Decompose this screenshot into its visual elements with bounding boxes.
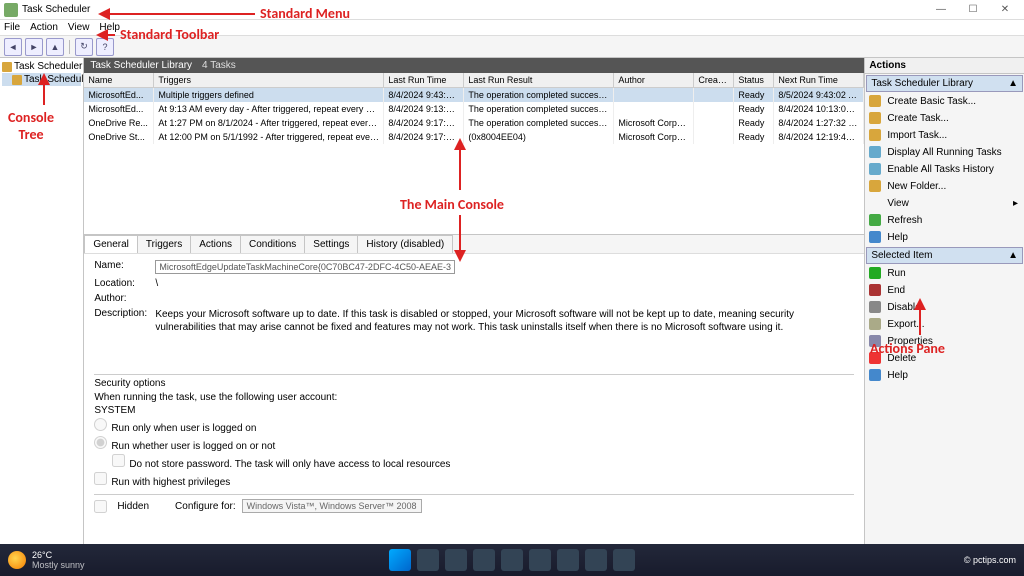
actions-section-selected: Selected Item▲ xyxy=(866,247,1023,264)
grid-header[interactable]: NameTriggersLast Run TimeLast Run Result… xyxy=(84,73,864,88)
action-help[interactable]: Help xyxy=(865,367,1024,384)
action-run[interactable]: Run xyxy=(865,265,1024,282)
display-icon xyxy=(869,146,881,158)
actions-pane: Actions Task Scheduler Library▲ Create B… xyxy=(865,58,1024,544)
action-display-running[interactable]: Display All Running Tasks xyxy=(865,144,1024,161)
history-icon xyxy=(869,163,881,175)
tab-settings[interactable]: Settings xyxy=(304,235,358,253)
tab-conditions[interactable]: Conditions xyxy=(240,235,305,253)
back-button[interactable]: ◄ xyxy=(4,38,22,56)
run-logged-on-radio[interactable] xyxy=(94,418,107,431)
table-row[interactable]: OneDrive Re...At 1:27 PM on 8/1/2024 - A… xyxy=(84,116,864,130)
app-icon[interactable] xyxy=(585,549,607,571)
main-console: Task Scheduler Library4 Tasks NameTrigge… xyxy=(84,58,865,544)
task-description: Keeps your Microsoft software up to date… xyxy=(155,308,854,334)
table-row[interactable]: MicrosoftEd...Multiple triggers defined8… xyxy=(84,88,864,102)
highest-priv-check[interactable] xyxy=(94,472,107,485)
help-icon xyxy=(869,369,881,381)
explorer-icon[interactable] xyxy=(473,549,495,571)
folder-icon xyxy=(12,75,22,85)
security-options: Security options When running the task, … xyxy=(94,374,854,513)
computer-icon xyxy=(2,62,12,72)
minimize-button[interactable]: — xyxy=(926,2,956,18)
tree-root[interactable]: Task Scheduler (Local) xyxy=(2,60,81,73)
action-import[interactable]: Import Task... xyxy=(865,127,1024,144)
window-titlebar: Task Scheduler — ☐ ✕ xyxy=(0,0,1024,20)
action-refresh[interactable]: Refresh xyxy=(865,212,1024,229)
window-title: Task Scheduler xyxy=(22,4,926,15)
search-icon[interactable] xyxy=(417,549,439,571)
weather-widget[interactable]: 26°CMostly sunny xyxy=(8,550,85,570)
run-whether-radio[interactable] xyxy=(94,436,107,449)
taskview-icon[interactable] xyxy=(445,549,467,571)
console-tree: Task Scheduler (Local) Task Scheduler Li… xyxy=(0,58,84,544)
export-icon xyxy=(869,318,881,330)
action-enable-history[interactable]: Enable All Tasks History xyxy=(865,161,1024,178)
refresh-icon[interactable]: ↻ xyxy=(75,38,93,56)
tab-history[interactable]: History (disabled) xyxy=(357,235,453,253)
app-icon xyxy=(4,3,18,17)
action-new-folder[interactable]: New Folder... xyxy=(865,178,1024,195)
menu-bar: File Action View Help xyxy=(0,20,1024,36)
hidden-check[interactable] xyxy=(94,500,107,513)
action-disable[interactable]: Disable xyxy=(865,299,1024,316)
action-view[interactable]: View▸ xyxy=(865,195,1024,212)
play-icon xyxy=(869,267,881,279)
import-icon xyxy=(869,129,881,141)
action-end[interactable]: End xyxy=(865,282,1024,299)
table-row[interactable]: OneDrive St...At 12:00 PM on 5/1/1992 - … xyxy=(84,130,864,144)
windows-taskbar[interactable]: 26°CMostly sunny © pctips.com xyxy=(0,544,1024,576)
up-button[interactable]: ▲ xyxy=(46,38,64,56)
tab-triggers[interactable]: Triggers xyxy=(137,235,191,253)
table-row[interactable]: MicrosoftEd...At 9:13 AM every day - Aft… xyxy=(84,102,864,116)
action-export[interactable]: Export... xyxy=(865,316,1024,333)
action-create-task[interactable]: Create Task... xyxy=(865,110,1024,127)
tree-library[interactable]: Task Scheduler Library xyxy=(2,73,81,86)
stop-icon xyxy=(869,284,881,296)
action-properties[interactable]: Properties xyxy=(865,333,1024,350)
disable-icon xyxy=(869,301,881,313)
close-button[interactable]: ✕ xyxy=(990,2,1020,18)
task-author xyxy=(155,293,854,304)
tab-actions[interactable]: Actions xyxy=(190,235,241,253)
sun-icon xyxy=(8,551,26,569)
app-icon[interactable] xyxy=(557,549,579,571)
delete-icon xyxy=(869,352,881,364)
action-create-basic[interactable]: Create Basic Task... xyxy=(865,93,1024,110)
watermark: © pctips.com xyxy=(964,555,1016,565)
maximize-button[interactable]: ☐ xyxy=(958,2,988,18)
app-icon[interactable] xyxy=(613,549,635,571)
menu-help[interactable]: Help xyxy=(99,22,120,33)
start-button[interactable] xyxy=(389,549,411,571)
help-icon xyxy=(869,231,881,243)
app-icon[interactable] xyxy=(529,549,551,571)
folder-icon xyxy=(869,180,881,192)
no-password-check[interactable] xyxy=(112,454,125,467)
refresh-icon xyxy=(869,214,881,226)
task-name-field[interactable] xyxy=(155,260,455,274)
detail-panel: Name: Location:\ Author: Description:Kee… xyxy=(84,253,864,544)
help-icon[interactable]: ? xyxy=(96,38,114,56)
user-account: SYSTEM xyxy=(94,405,854,416)
tab-general[interactable]: General xyxy=(84,235,138,253)
main-header: Task Scheduler Library4 Tasks xyxy=(84,58,864,73)
action-delete[interactable]: Delete xyxy=(865,350,1024,367)
actions-section-library: Task Scheduler Library▲ xyxy=(866,75,1023,92)
task-icon xyxy=(869,112,881,124)
task-icon xyxy=(869,95,881,107)
properties-icon xyxy=(869,335,881,347)
menu-action[interactable]: Action xyxy=(30,22,58,33)
edge-icon[interactable] xyxy=(501,549,523,571)
task-location: \ xyxy=(155,278,854,289)
detail-tabs: General Triggers Actions Conditions Sett… xyxy=(84,234,864,253)
toolbar: ◄ ► ▲ ↻ ? xyxy=(0,36,1024,58)
configure-for-select[interactable]: Windows Vista™, Windows Server™ 2008 xyxy=(242,499,422,513)
task-grid: NameTriggersLast Run TimeLast Run Result… xyxy=(84,73,864,144)
action-help[interactable]: Help xyxy=(865,229,1024,246)
forward-button[interactable]: ► xyxy=(25,38,43,56)
menu-file[interactable]: File xyxy=(4,22,20,33)
menu-view[interactable]: View xyxy=(68,22,90,33)
